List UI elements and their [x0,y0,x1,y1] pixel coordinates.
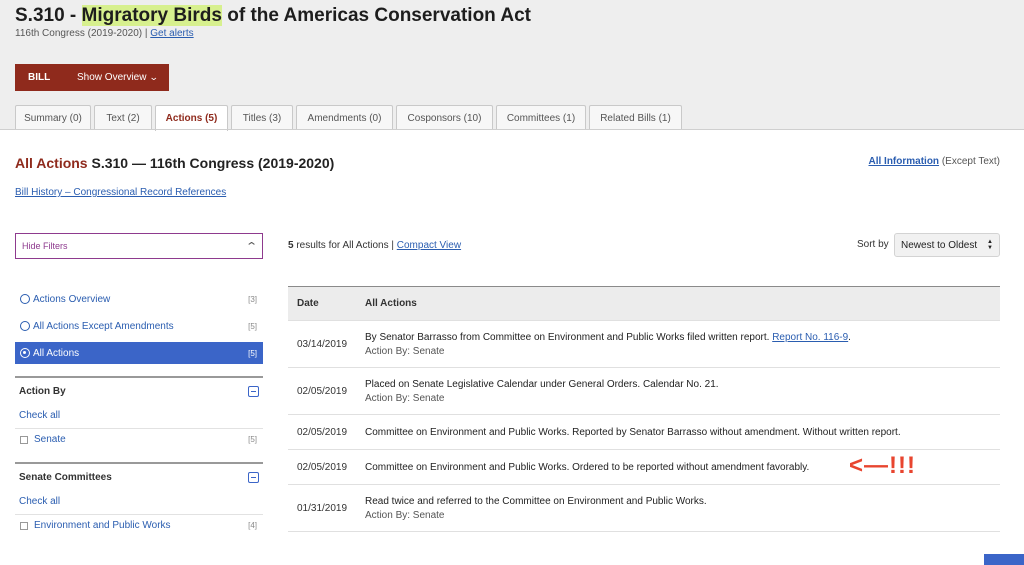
show-overview-button[interactable]: Show Overview ⌄ [77,72,160,83]
chevron-down-icon: ⌄ [149,72,160,82]
feedback-tab[interactable] [984,554,1024,565]
radio-icon [20,294,30,304]
table-row: 02/05/2019 Placed on Senate Legislative … [288,367,1000,415]
action-date: 01/31/2019 [288,484,365,532]
chevron-up-icon: ⌃ [244,240,258,253]
facet-count: [5] [248,435,257,444]
actions-table: Date All Actions 03/14/2019 By Senator B… [288,286,1000,532]
tab-summary[interactable]: Summary (0) [15,105,91,130]
filter-actions-overview[interactable]: Actions Overview [3] [15,288,263,310]
action-text: Committee on Environment and Public Work… [365,414,1000,450]
senate-committees-facet: Senate Committees Check all Environment … [15,462,263,536]
tab-actions[interactable]: Actions (5) [155,105,228,131]
action-by: Action By: Senate [365,392,445,404]
select-arrows-icon: ▲ ▼ [987,239,993,251]
radio-selected-icon [20,348,30,358]
senate-committees-header[interactable]: Senate Committees [15,464,263,490]
get-alerts-link[interactable]: Get alerts [150,28,193,39]
hide-filters-toggle[interactable]: Hide Filters ⌃ [15,233,263,259]
report-link[interactable]: Report No. 116-9 [772,332,848,343]
sort-select[interactable]: Newest to Oldest ▲ ▼ [894,233,1000,257]
action-date: 02/05/2019 [288,367,365,415]
checkbox-icon[interactable] [20,435,28,444]
action-by: Action By: Senate [365,509,445,521]
facet-option-environment-public-works[interactable]: Environment and Public Works [4] [15,514,263,536]
compact-view-link[interactable]: Compact View [397,240,461,251]
action-by: Action By: Senate [365,345,445,357]
all-information-link[interactable]: All Information [868,156,939,167]
check-all-link[interactable]: Check all [15,404,263,428]
action-by-header[interactable]: Action By [15,378,263,404]
collapse-icon[interactable] [248,471,259,483]
bill-history-link[interactable]: Bill History – Congressional Record Refe… [15,187,226,198]
tab-committees[interactable]: Committees (1) [496,105,586,130]
bill-tabs: Summary (0) Text (2) Actions (5) Titles … [15,105,682,131]
all-information-link-group: All Information (Except Text) [868,156,1000,167]
tab-amendments[interactable]: Amendments (0) [296,105,393,130]
tab-text[interactable]: Text (2) [94,105,152,130]
action-text: By Senator Barrasso from Committee on En… [365,320,1000,368]
action-text: Read twice and referred to the Committee… [365,484,1000,532]
radio-icon [20,321,30,331]
bill-header: S.310 - Migratory Birds of the Americas … [0,0,1024,131]
column-header-actions: All Actions [365,286,1000,321]
annotation-arrow: <—!!! [849,452,916,479]
filter-count: [5] [248,348,257,358]
bill-label: BILL [28,72,51,83]
page-title: All Actions S.310 — 116th Congress (2019… [15,155,335,171]
collapse-icon[interactable] [248,385,259,397]
search-highlight: Migratory Birds [81,5,222,26]
filter-count: [5] [248,321,257,331]
action-date: 02/05/2019 [288,449,365,485]
bill-overview-bar[interactable]: BILL Show Overview ⌄ [15,64,169,91]
tab-titles[interactable]: Titles (3) [231,105,293,130]
table-row: 03/14/2019 By Senator Barrasso from Comm… [288,320,1000,368]
table-row: 02/05/2019 Committee on Environment and … [288,414,1000,450]
action-date: 02/05/2019 [288,414,365,450]
facet-option-senate[interactable]: Senate [5] [15,428,263,450]
column-header-date: Date [288,286,365,321]
header-divider [0,129,1024,130]
congress-line: 116th Congress (2019-2020) | Get alerts [15,28,194,39]
hide-filters-label: Hide Filters [22,241,68,251]
checkbox-icon[interactable] [20,521,28,530]
action-by-facet: Action By Check all Senate [5] [15,376,263,450]
bill-title: S.310 - Migratory Birds of the Americas … [15,5,531,26]
results-count: 5 results for All Actions | Compact View [288,240,462,251]
filter-count: [3] [248,294,257,304]
tab-cosponsors[interactable]: Cosponsors (10) [396,105,493,130]
facet-count: [4] [248,521,257,530]
filter-all-actions[interactable]: All Actions [5] [15,342,263,364]
tab-related-bills[interactable]: Related Bills (1) [589,105,682,130]
check-all-link[interactable]: Check all [15,490,263,514]
filter-all-actions-except-amendments[interactable]: All Actions Except Amendments [5] [15,315,263,337]
table-row: 01/31/2019 Read twice and referred to th… [288,484,1000,532]
table-header-row: Date All Actions [288,286,1000,321]
action-date: 03/14/2019 [288,320,365,368]
action-text: Placed on Senate Legislative Calendar un… [365,367,1000,415]
sort-label: Sort by [857,239,889,250]
